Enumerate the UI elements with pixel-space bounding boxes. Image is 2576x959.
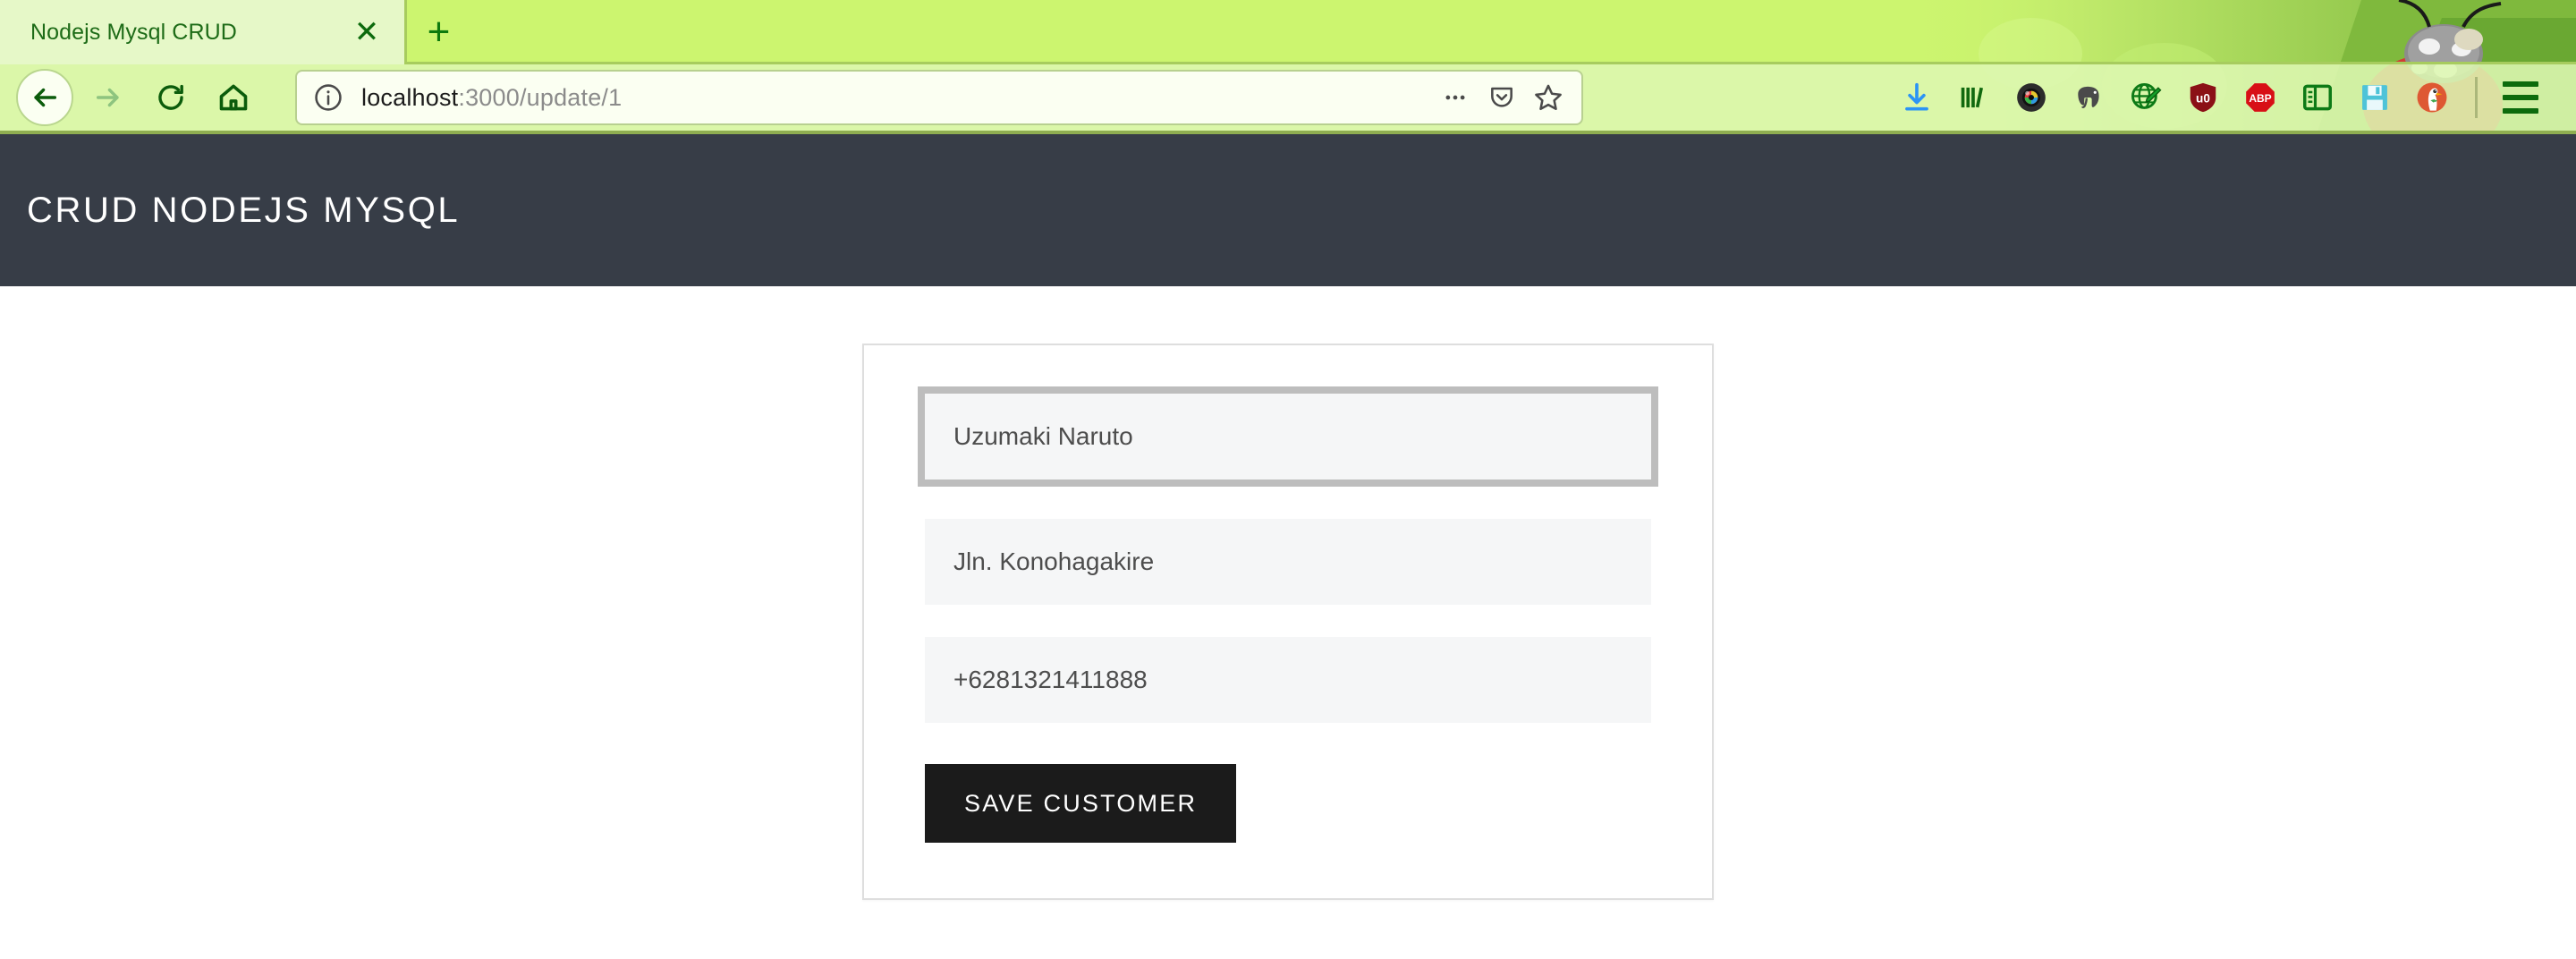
adblock-plus-icon[interactable]: ABP (2232, 70, 2289, 125)
star-icon (1535, 84, 1562, 111)
customer-name-value: Uzumaki Naruto (953, 422, 1133, 450)
stop-sign-icon: ABP (2246, 83, 2275, 112)
pocket-icon[interactable] (1481, 77, 1522, 118)
url-text[interactable]: localhost:3000/update/1 (361, 84, 1435, 112)
pocket-shield-icon (1491, 87, 1513, 107)
toolbar-separator (2475, 77, 2478, 118)
extensions-toolbar: u0 ABP (1888, 70, 2558, 125)
menu-line (2503, 95, 2538, 100)
home-icon (219, 84, 248, 111)
svg-text:ABP: ABP (2249, 92, 2271, 105)
page-actions-icon[interactable] (1435, 77, 1476, 118)
customer-phone-value: +6281321411888 (953, 666, 1148, 693)
page-title: CRUD NODEJS MYSQL (27, 190, 461, 230)
back-button[interactable] (16, 69, 73, 126)
tab-nodejs-mysql-crud[interactable]: Nodejs Mysql CRUD ✕ (0, 0, 404, 64)
lens-icon (2017, 83, 2046, 112)
save-customer-button[interactable]: SAVE CUSTOMER (925, 764, 1237, 843)
info-icon[interactable] (313, 82, 343, 113)
shield-icon: u0 (2190, 82, 2216, 113)
books-icon (1961, 87, 1984, 108)
site-header: CRUD NODEJS MYSQL (0, 134, 2576, 286)
customer-phone-input[interactable]: +6281321411888 (925, 637, 1651, 723)
evernote-icon[interactable] (2060, 70, 2117, 125)
arrow-left-icon (34, 88, 57, 107)
reload-icon (158, 84, 183, 110)
home-button[interactable] (206, 70, 261, 125)
application-menu-button[interactable] (2492, 70, 2549, 125)
library-icon[interactable] (1945, 70, 2003, 125)
customer-address-value: Jln. Konohagakire (953, 547, 1155, 575)
tab-close-icon[interactable]: ✕ (342, 7, 392, 57)
page-body: Uzumaki Naruto Jln. Konohagakire +628132… (0, 286, 2576, 900)
floppy-disk-icon (2362, 85, 2387, 110)
url-bar[interactable]: localhost:3000/update/1 (295, 70, 1583, 125)
tab-title: Nodejs Mysql CRUD (30, 19, 237, 45)
globe-edit-icon (2131, 83, 2162, 109)
bookmark-star-icon[interactable] (1528, 77, 1569, 118)
camera-lens-icon[interactable] (2003, 70, 2060, 125)
menu-line (2503, 108, 2538, 114)
url-bar-actions (1435, 77, 1569, 118)
duck-icon (2417, 82, 2447, 113)
url-host: localhost (361, 83, 459, 111)
duckduckgo-icon[interactable] (2403, 70, 2461, 125)
panel-layout-icon[interactable] (2289, 70, 2346, 125)
floppy-save-icon[interactable] (2346, 70, 2403, 125)
new-tab-button[interactable]: + (404, 0, 470, 64)
globe-pencil-icon[interactable] (2117, 70, 2174, 125)
tab-strip: Nodejs Mysql CRUD ✕ + (0, 0, 2576, 64)
tab-strip-empty-area (470, 0, 2576, 64)
downloads-icon[interactable] (1888, 70, 1945, 125)
browser-chrome: Nodejs Mysql CRUD ✕ + localhost:3000/upd… (0, 0, 2576, 134)
arrow-right-icon (96, 88, 119, 107)
ublock-origin-icon[interactable]: u0 (2174, 70, 2232, 125)
customer-form-card: Uzumaki Naruto Jln. Konohagakire +628132… (862, 344, 1714, 900)
menu-line (2503, 81, 2538, 87)
elephant-icon (2078, 86, 2099, 108)
ellipsis-icon (1445, 95, 1465, 100)
customer-name-input[interactable]: Uzumaki Naruto (925, 394, 1651, 480)
url-path: :3000/update/1 (458, 83, 623, 111)
download-arrow-icon (1905, 82, 1928, 111)
split-panel-icon (2303, 84, 2332, 111)
svg-text:u0: u0 (2196, 91, 2210, 105)
customer-address-input[interactable]: Jln. Konohagakire (925, 519, 1651, 605)
reload-button[interactable] (143, 70, 199, 125)
page-content: CRUD NODEJS MYSQL Uzumaki Naruto Jln. Ko… (0, 134, 2576, 959)
forward-button (80, 70, 136, 125)
navigation-toolbar: localhost:3000/update/1 u0 ABP (0, 64, 2576, 134)
